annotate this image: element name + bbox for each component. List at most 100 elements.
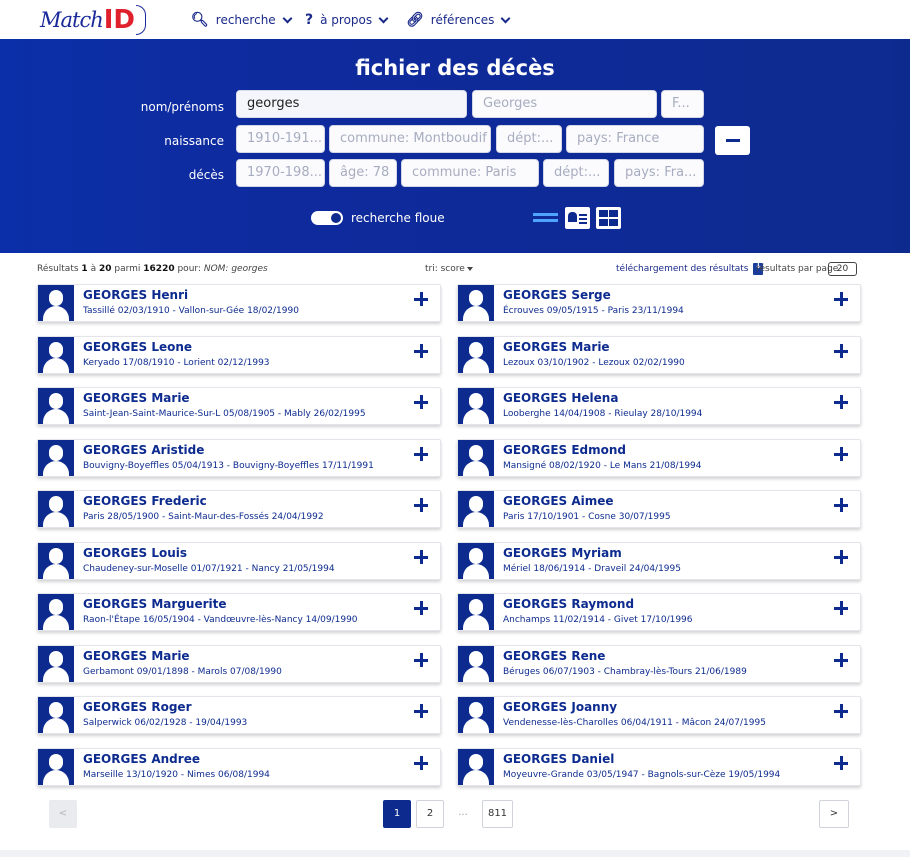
nav-references[interactable]: 🔗︎ références (406, 10, 511, 30)
result-name[interactable]: GEORGES Serge (503, 288, 611, 302)
result-name[interactable]: GEORGES Marguerite (83, 597, 227, 611)
question-icon: ? (305, 12, 314, 28)
expand-plus-icon[interactable] (414, 756, 428, 770)
remove-criteria-button[interactable] (715, 126, 750, 155)
page-1-button[interactable]: 1 (383, 800, 411, 828)
expand-plus-icon[interactable] (834, 292, 848, 306)
result-name[interactable]: GEORGES Rene (503, 649, 605, 663)
logo-id-text: ID (103, 5, 136, 35)
result-card[interactable]: GEORGES Marie Lezoux 03/10/1902 - Lezoux … (457, 336, 861, 374)
death-dept-input[interactable]: dépt:... (543, 159, 609, 187)
fuzzy-search-toggle[interactable]: recherche floue (311, 211, 445, 225)
result-card[interactable]: GEORGES Andree Marseille 13/10/1920 - Nim… (37, 748, 441, 786)
result-name[interactable]: GEORGES Louis (83, 546, 187, 560)
result-name[interactable]: GEORGES Aimee (503, 494, 614, 508)
result-card[interactable]: GEORGES Leone Keryado 17/08/1910 - Lorien… (37, 336, 441, 374)
result-card[interactable]: GEORGES Marguerite Raon-l'Étape 16/05/190… (37, 593, 441, 631)
per-page-input[interactable]: 20 (828, 262, 857, 276)
result-card[interactable]: GEORGES Daniel Moyeuvre-Grande 03/05/1947… (457, 748, 861, 786)
expand-plus-icon[interactable] (414, 704, 428, 718)
expand-plus-icon[interactable] (834, 704, 848, 718)
expand-plus-icon[interactable] (834, 447, 848, 461)
page-last-button[interactable]: 811 (482, 800, 513, 828)
grid-view-icon[interactable] (596, 207, 621, 229)
list-view-icon[interactable] (533, 207, 558, 229)
nav-a-propos[interactable]: ? à propos (305, 10, 389, 30)
expand-plus-icon[interactable] (834, 550, 848, 564)
birth-city-input[interactable]: commune: Montboudif (329, 125, 491, 153)
expand-plus-icon[interactable] (414, 447, 428, 461)
matchid-logo[interactable]: Match ID (40, 4, 147, 36)
result-card[interactable]: GEORGES Helena Looberghe 14/04/1908 - Rie… (457, 387, 861, 425)
results-meta-bar: Résultats 1 à 20 parmi 16220 pour: NOM: … (0, 253, 910, 283)
result-name[interactable]: GEORGES Marie (83, 649, 190, 663)
result-card[interactable]: GEORGES Joanny Vendenesse-lès-Charolles 0… (457, 696, 861, 734)
result-name[interactable]: GEORGES Leone (83, 340, 192, 354)
expand-plus-icon[interactable] (834, 653, 848, 667)
name-input[interactable]: georges (236, 90, 467, 118)
expand-plus-icon[interactable] (414, 601, 428, 615)
expand-plus-icon[interactable] (414, 653, 428, 667)
result-name[interactable]: GEORGES Henri (83, 288, 188, 302)
expand-plus-icon[interactable] (834, 498, 848, 512)
result-card[interactable]: GEORGES Raymond Anchamps 11/02/1914 - Giv… (457, 593, 861, 631)
expand-plus-icon[interactable] (834, 344, 848, 358)
result-card[interactable]: GEORGES Rene Béruges 06/07/1903 - Chambra… (457, 645, 861, 683)
expand-plus-icon[interactable] (414, 395, 428, 409)
result-card[interactable]: GEORGES Marie Gerbamont 09/01/1898 - Maro… (37, 645, 441, 683)
expand-plus-icon[interactable] (414, 344, 428, 358)
death-city-input[interactable]: commune: Paris (401, 159, 539, 187)
birth-country-input[interactable]: pays: France (566, 125, 704, 153)
result-name[interactable]: GEORGES Marie (83, 391, 190, 405)
result-name[interactable]: GEORGES Raymond (503, 597, 634, 611)
toggle-switch[interactable] (311, 211, 343, 225)
result-card[interactable]: GEORGES Frederic Paris 28/05/1900 - Saint… (37, 490, 441, 528)
sort-dropdown[interactable]: tri: score (425, 264, 473, 274)
expand-plus-icon[interactable] (414, 550, 428, 564)
death-date-input[interactable]: 1970-198... (236, 159, 325, 187)
result-card[interactable]: GEORGES Serge Écrouves 09/05/1915 - Paris… (457, 284, 861, 322)
person-avatar-icon (458, 388, 494, 424)
birth-dept-input[interactable]: dépt:... (496, 125, 562, 153)
result-name[interactable]: GEORGES Daniel (503, 752, 614, 766)
firstname-input[interactable]: Georges (472, 90, 657, 118)
result-name[interactable]: GEORGES Joanny (503, 700, 617, 714)
person-avatar-icon (38, 749, 74, 785)
result-name[interactable]: GEORGES Edmond (503, 443, 626, 457)
result-name[interactable]: GEORGES Frederic (83, 494, 207, 508)
expand-plus-icon[interactable] (414, 292, 428, 306)
result-card[interactable]: GEORGES Henri Tassillé 02/03/1910 - Vallo… (37, 284, 441, 322)
page-2-button[interactable]: 2 (416, 800, 444, 828)
person-avatar-icon (458, 543, 494, 579)
card-view-icon[interactable] (565, 207, 590, 229)
result-card[interactable]: GEORGES Edmond Mansigné 08/02/1920 - Le M… (457, 439, 861, 477)
result-card[interactable]: GEORGES Aimee Paris 17/10/1901 - Cosne 30… (457, 490, 861, 528)
result-name[interactable]: GEORGES Roger (83, 700, 192, 714)
result-name[interactable]: GEORGES Myriam (503, 546, 622, 560)
expand-plus-icon[interactable] (414, 498, 428, 512)
nav-recherche[interactable]: 🔍︎ recherche (191, 10, 293, 30)
result-name[interactable]: GEORGES Andree (83, 752, 200, 766)
expand-plus-icon[interactable] (834, 601, 848, 615)
result-card[interactable]: GEORGES Aristide Bouvigny-Boyeffles 05/04… (37, 439, 441, 477)
expand-plus-icon[interactable] (834, 756, 848, 770)
result-card[interactable]: GEORGES Louis Chaudeney-sur-Moselle 01/07… (37, 542, 441, 580)
birth-date-input[interactable]: 1910-191... (236, 125, 325, 153)
result-card[interactable]: GEORGES Myriam Mériel 18/06/1914 - Dravei… (457, 542, 861, 580)
result-name[interactable]: GEORGES Aristide (83, 443, 204, 457)
person-avatar-icon (458, 646, 494, 682)
next-page-button[interactable]: > (819, 800, 849, 828)
result-name[interactable]: GEORGES Helena (503, 391, 618, 405)
death-age-input[interactable]: âge: 78 (329, 159, 397, 187)
expand-plus-icon[interactable] (834, 395, 848, 409)
result-name[interactable]: GEORGES Marie (503, 340, 610, 354)
result-card[interactable]: GEORGES Roger Salperwick 06/02/1928 - 19/… (37, 696, 441, 734)
sex-input[interactable]: F... (661, 90, 704, 118)
result-card[interactable]: GEORGES Marie Saint-Jean-Saint-Maurice-Su… (37, 387, 441, 425)
prev-page-button[interactable]: < (49, 800, 77, 828)
download-results-link[interactable]: téléchargement des résultats (616, 261, 764, 275)
result-dates: Mériel 18/06/1914 - Draveil 24/04/1995 (503, 564, 681, 574)
result-dates: Looberghe 14/04/1908 - Rieulay 28/10/199… (503, 409, 703, 419)
nav-references-label: références (430, 13, 495, 27)
death-country-input[interactable]: pays: Fra... (614, 159, 704, 187)
